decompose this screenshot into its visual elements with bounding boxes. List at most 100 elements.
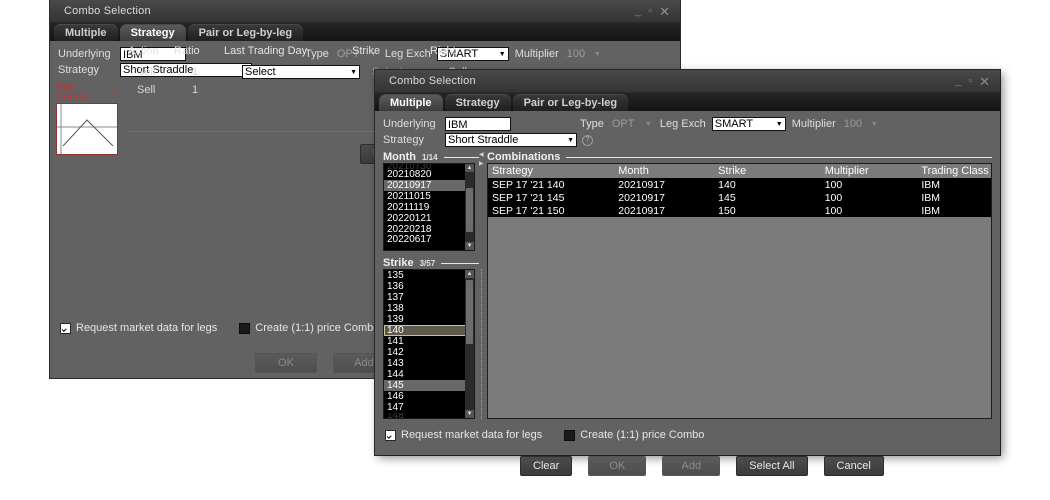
- front-strategy-label: Strategy: [383, 134, 445, 146]
- back-create-price-combo-checkbox[interactable]: Create (1:1) price Combo: [239, 322, 379, 334]
- list-item[interactable]: 139: [384, 314, 474, 325]
- front-multiplier-select[interactable]: 100 ▼: [842, 117, 880, 131]
- help-icon[interactable]: ?: [582, 135, 593, 146]
- tab-multiple[interactable]: Multiple: [54, 24, 118, 42]
- back-window-titlebar[interactable]: Combo Selection _ ▫ ✕: [50, 0, 680, 23]
- cell-multiplier: 100: [821, 179, 918, 191]
- month-scrollbar[interactable]: ▲ ▼: [465, 164, 474, 250]
- list-item[interactable]: 141: [384, 336, 474, 347]
- cell-strike: 145: [714, 192, 821, 204]
- collapse-left-icon[interactable]: ◀: [479, 152, 484, 159]
- chevron-down-icon: ▼: [111, 89, 118, 96]
- tab-strategy[interactable]: Strategy: [120, 24, 186, 42]
- col-strike: Strike: [714, 165, 821, 177]
- combinations-title: Combinations: [487, 151, 560, 163]
- list-item[interactable]: 136: [384, 281, 474, 292]
- front-ok-button[interactable]: OK: [588, 456, 646, 476]
- leg-last-trading-day-select[interactable]: Select ▼: [242, 65, 360, 79]
- list-item[interactable]: 145: [384, 380, 474, 391]
- front-request-market-data-checkbox[interactable]: Request market data for legs: [385, 429, 542, 441]
- clear-button[interactable]: Clear: [520, 456, 572, 476]
- combinations-group-header: Combinations: [487, 151, 992, 163]
- list-item[interactable]: 20210820: [384, 169, 474, 180]
- month-group-header: Month 1/14: [383, 151, 479, 163]
- maximize-icon[interactable]: ▫: [968, 76, 972, 87]
- expand-right-icon[interactable]: ▶: [479, 161, 484, 168]
- front-window-titlebar[interactable]: Combo Selection _ ▫ ✕: [375, 70, 1000, 93]
- cancel-button[interactable]: Cancel: [824, 456, 884, 476]
- front-leg-exch-select[interactable]: SMART ▼: [712, 117, 786, 131]
- scroll-thumb[interactable]: [466, 280, 473, 344]
- maximize-icon[interactable]: ▫: [648, 6, 652, 17]
- back-window-controls[interactable]: _ ▫ ✕: [635, 6, 674, 17]
- strike-scrollbar[interactable]: ▲ ▼: [465, 270, 474, 418]
- cell-strategy: SEP 17 '21 140: [488, 179, 614, 191]
- minimize-icon[interactable]: _: [955, 76, 961, 87]
- close-icon[interactable]: ✕: [979, 76, 990, 87]
- list-item[interactable]: 138: [384, 303, 474, 314]
- tab-strategy[interactable]: Strategy: [445, 94, 511, 112]
- front-combo-selection-window[interactable]: Combo Selection _ ▫ ✕ Multiple Strategy …: [375, 70, 1000, 455]
- cell-month: 20210917: [614, 192, 714, 204]
- front-type-select[interactable]: OPT ▼: [610, 117, 654, 131]
- list-item[interactable]: 137: [384, 292, 474, 303]
- front-strategy-select[interactable]: Short Straddle ▼: [445, 133, 577, 147]
- scroll-thumb[interactable]: [466, 188, 473, 232]
- combinations-empty-area: [488, 217, 991, 418]
- cell-strike: 150: [714, 205, 821, 217]
- table-row[interactable]: SEP 17 '21 140 20210917 140 100 IBM: [488, 178, 991, 191]
- close-icon[interactable]: ✕: [659, 6, 670, 17]
- col-last-trading-day: Last Trading Day: [224, 45, 352, 57]
- list-item[interactable]: 146: [384, 391, 474, 402]
- back-tab-strip[interactable]: Multiple Strategy Pair or Leg-by-leg: [50, 23, 680, 42]
- tab-pair-or-leg-by-leg[interactable]: Pair or Leg-by-leg: [188, 24, 304, 42]
- scroll-down-icon[interactable]: ▼: [465, 410, 474, 418]
- list-item[interactable]: 20211015: [384, 191, 474, 202]
- back-leg-table-header: Action Ratio Last Trading Day Strike Rig…: [128, 45, 674, 57]
- list-item[interactable]: 20220617: [384, 235, 474, 244]
- front-underlying-input[interactable]: IBM: [445, 117, 511, 131]
- scroll-up-icon[interactable]: ▲: [465, 164, 474, 172]
- chevron-down-icon: ▼: [350, 69, 357, 76]
- front-tab-strip[interactable]: Multiple Strategy Pair or Leg-by-leg: [375, 93, 1000, 112]
- leg-ratio: 1: [183, 84, 242, 96]
- back-payoff-panel[interactable]: Buy Combo ▼: [56, 81, 118, 155]
- back-request-market-data-checkbox[interactable]: Request market data for legs: [60, 322, 217, 334]
- select-all-button[interactable]: Select All: [736, 456, 807, 476]
- list-item[interactable]: 20220218: [384, 224, 474, 235]
- tab-pair-or-leg-by-leg[interactable]: Pair or Leg-by-leg: [513, 94, 629, 112]
- list-item[interactable]: 143: [384, 358, 474, 369]
- table-row[interactable]: SEP 17 '21 145 20210917 145 100 IBM: [488, 191, 991, 204]
- month-count: 1/14: [422, 153, 438, 162]
- month-listbox[interactable]: 20210730 20210820 20210917 20211015 2021…: [383, 163, 475, 251]
- scroll-up-icon[interactable]: ▲: [465, 270, 474, 278]
- table-row[interactable]: SEP 17 '21 150 20210917 150 100 IBM: [488, 204, 991, 217]
- back-request-market-data-label: Request market data for legs: [76, 322, 217, 334]
- scroll-down-icon[interactable]: ▼: [465, 242, 474, 250]
- list-item[interactable]: 148: [384, 413, 474, 419]
- list-item[interactable]: 144: [384, 369, 474, 380]
- front-window-controls[interactable]: _ ▫ ✕: [955, 76, 994, 87]
- front-leg-exch-value: SMART: [715, 117, 753, 131]
- list-item[interactable]: 135: [384, 270, 474, 281]
- list-item[interactable]: 142: [384, 347, 474, 358]
- list-item[interactable]: 20211119: [384, 202, 474, 213]
- back-underlying-label: Underlying: [58, 48, 120, 60]
- chevron-down-icon: ▼: [776, 121, 783, 128]
- list-item[interactable]: 140: [384, 325, 474, 336]
- front-add-button[interactable]: Add: [662, 456, 720, 476]
- cell-month: 20210917: [614, 179, 714, 191]
- cell-trading-class: IBM: [917, 205, 991, 217]
- front-create-price-combo-checkbox[interactable]: Create (1:1) price Combo: [564, 429, 704, 441]
- back-ok-button[interactable]: OK: [255, 353, 317, 373]
- list-item[interactable]: 20220121: [384, 213, 474, 224]
- month-title: Month: [383, 151, 416, 163]
- front-multiplier-label: Multiplier: [792, 118, 836, 130]
- strike-listbox[interactable]: 135 136 137 138 139 140 141 142 143 144 …: [383, 269, 475, 419]
- tab-multiple[interactable]: Multiple: [379, 94, 443, 112]
- list-item[interactable]: 20210917: [384, 180, 474, 191]
- back-combo-side-selector[interactable]: Buy Combo ▼: [56, 81, 118, 103]
- list-item[interactable]: 147: [384, 402, 474, 413]
- combinations-table[interactable]: Strategy Month Strike Multiplier Trading…: [487, 163, 992, 419]
- minimize-icon[interactable]: _: [635, 6, 641, 17]
